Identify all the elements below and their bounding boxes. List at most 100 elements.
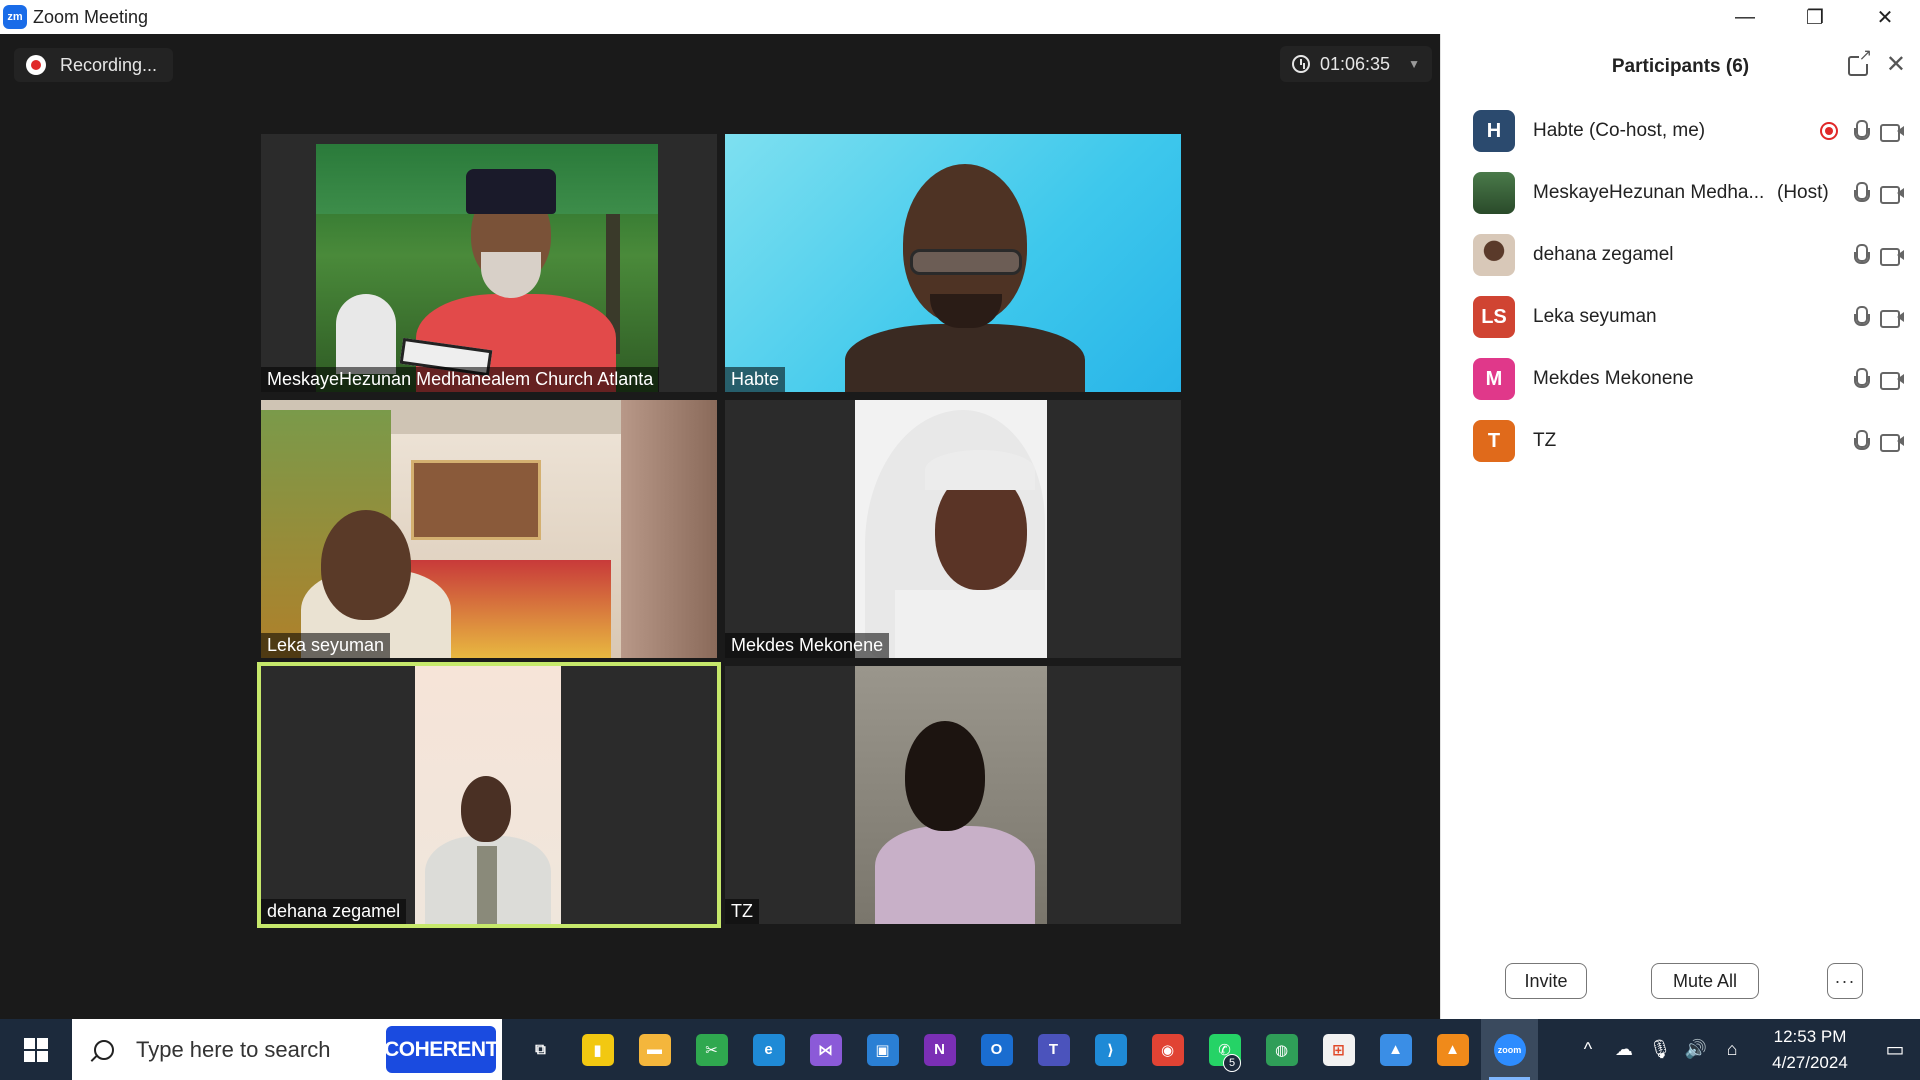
invite-button[interactable]: Invite (1505, 963, 1587, 999)
video-tile[interactable]: TZ (725, 666, 1181, 924)
meeting-area: Recording... 01:06:35 ▼ MeskayeHezunan M… (0, 34, 1440, 1019)
avatar: T (1473, 420, 1515, 462)
video-tile-active-speaker[interactable]: dehana zegamel (257, 662, 721, 928)
snipping-tool-taskbar-button[interactable]: ✂ (683, 1019, 740, 1080)
teams-taskbar-button[interactable]: T (1025, 1019, 1082, 1080)
power-bi-taskbar-button[interactable]: ▮ (569, 1019, 626, 1080)
clock-time: 12:53 PM (1773, 1026, 1847, 1046)
participant-row[interactable]: H Habte (Co-host, me) (1441, 100, 1920, 162)
visual-studio-icon: ⋈ (809, 1033, 842, 1066)
notification-center-icon[interactable]: ▭ (1870, 1019, 1920, 1080)
onedrive-icon[interactable]: ☁ (1606, 1019, 1642, 1080)
video-tile[interactable]: Leka seyuman (261, 400, 717, 658)
remote-desktop-taskbar-button[interactable]: ▣ (854, 1019, 911, 1080)
visual-studio-taskbar-button[interactable]: ⋈ (797, 1019, 854, 1080)
restore-button[interactable]: ❐ (1780, 0, 1850, 34)
search-highlight-promo[interactable]: COHERENT (384, 1026, 498, 1073)
participant-row[interactable]: T TZ (1441, 410, 1920, 472)
participant-name-label: Leka seyuman (261, 633, 391, 658)
video-tile[interactable]: MeskayeHezunan Medhanealem Church Atlant… (261, 134, 717, 392)
vlc-taskbar-button[interactable]: ▲ (1424, 1019, 1481, 1080)
avatar (1473, 234, 1515, 276)
video-feed (316, 144, 658, 392)
microphone-icon[interactable] (1854, 182, 1870, 204)
camera-icon[interactable] (1880, 123, 1904, 142)
task-view-taskbar-button[interactable]: ⧉ (512, 1019, 569, 1080)
volume-icon[interactable]: 🔊 (1678, 1019, 1714, 1080)
recording-label: Recording... (60, 54, 158, 75)
remote-desktop-icon: ▣ (866, 1033, 899, 1066)
video-feed (415, 666, 561, 924)
avatar (1473, 172, 1515, 214)
participant-name-label: Mekdes Mekonene (725, 633, 890, 658)
vscode-icon: ⟩ (1094, 1033, 1127, 1066)
outlook-taskbar-button[interactable]: O (968, 1019, 1025, 1080)
participant-row[interactable]: LS Leka seyuman (1441, 286, 1920, 348)
participant-name: MeskayeHezunan Medha... (1533, 182, 1765, 203)
video-tile[interactable]: Mekdes Mekonene (725, 400, 1181, 658)
file-explorer-icon: ▬ (638, 1033, 671, 1066)
participant-row[interactable]: dehana zegamel (1441, 224, 1920, 286)
participant-name: Habte (Co-host, me) (1533, 120, 1706, 141)
meeting-timer[interactable]: 01:06:35 ▼ (1280, 46, 1432, 82)
zoom-taskbar-button[interactable]: zoom (1481, 1019, 1538, 1080)
camera-icon[interactable] (1880, 371, 1904, 390)
participant-controls (1854, 306, 1904, 328)
pop-out-icon[interactable] (1848, 48, 1872, 76)
microphone-icon[interactable]: 🎙 (1642, 1019, 1678, 1080)
camera-icon[interactable] (1880, 185, 1904, 204)
photos-taskbar-button[interactable]: ▲ (1367, 1019, 1424, 1080)
show-hidden-icons-chevron-icon[interactable]: ^ (1570, 1019, 1606, 1080)
start-button[interactable] (0, 1019, 72, 1080)
close-button[interactable]: ✕ (1850, 0, 1920, 34)
avatar: H (1473, 110, 1515, 152)
video-tile[interactable]: Habte (725, 134, 1181, 392)
participant-row[interactable]: M Mekdes Mekonene (1441, 348, 1920, 410)
microphone-icon[interactable] (1854, 120, 1870, 142)
mute-all-button[interactable]: Mute All (1651, 963, 1759, 999)
taskbar-apps: ⧉ ▮ ▬ ✂ e ⋈ ▣ N O T ⟩ ◉ ✆ 5 ◍ ⊞ ▲ ▲ zoom (512, 1019, 1538, 1080)
close-panel-icon[interactable]: ✕ (1886, 50, 1906, 79)
taskbar: Type here to search COHERENT ⧉ ▮ ▬ ✂ e ⋈ ▣ N O T ⟩… (0, 1019, 1920, 1080)
ms-store-taskbar-button[interactable]: ⊞ (1310, 1019, 1367, 1080)
participant-name: dehana zegamel (1533, 244, 1674, 265)
camera-icon[interactable] (1880, 247, 1904, 266)
camera-icon[interactable] (1880, 433, 1904, 452)
chrome-icon: ◉ (1151, 1033, 1184, 1066)
microphone-icon[interactable] (1854, 368, 1870, 390)
chrome-taskbar-button[interactable]: ◉ (1139, 1019, 1196, 1080)
more-options-button[interactable]: ··· (1827, 963, 1863, 999)
participant-controls (1854, 368, 1904, 390)
taskbar-search[interactable]: Type here to search COHERENT (72, 1019, 502, 1080)
zoom-logo-icon: zm (3, 5, 27, 29)
participant-name-label: Habte (725, 367, 786, 392)
microphone-icon[interactable] (1854, 430, 1870, 452)
participant-role: (Host) (1777, 182, 1829, 203)
vscode-taskbar-button[interactable]: ⟩ (1082, 1019, 1139, 1080)
network-icon[interactable]: ⌂ (1714, 1019, 1750, 1080)
participant-row[interactable]: MeskayeHezunan Medha... (Host) (1441, 162, 1920, 224)
taskbar-clock[interactable]: 12:53 PM 4/27/2024 (1750, 1019, 1870, 1080)
video-feed (855, 666, 1047, 924)
whatsapp-taskbar-button[interactable]: ✆ 5 (1196, 1019, 1253, 1080)
participants-panel: Participants (6) ✕ H Habte (Co-host, me)… (1440, 34, 1920, 1019)
microphone-icon[interactable] (1854, 244, 1870, 266)
edge-icon: e (752, 1033, 785, 1066)
video-feed (855, 400, 1047, 658)
timer-value: 01:06:35 (1320, 53, 1391, 74)
onenote-taskbar-button[interactable]: N (911, 1019, 968, 1080)
teams-icon: T (1037, 1033, 1070, 1066)
recording-indicator[interactable]: Recording... (14, 48, 174, 82)
microphone-icon[interactable] (1854, 306, 1870, 328)
panel-header: Participants (6) ✕ (1441, 34, 1920, 100)
camera-icon[interactable] (1880, 309, 1904, 328)
participant-name-label: MeskayeHezunan Medhanealem Church Atlant… (261, 367, 660, 392)
recording-icon (1820, 122, 1838, 140)
minimize-button[interactable]: — (1710, 0, 1780, 34)
maps-globe-taskbar-button[interactable]: ◍ (1253, 1019, 1310, 1080)
edge-taskbar-button[interactable]: e (740, 1019, 797, 1080)
windows-icon (24, 1037, 48, 1062)
panel-title: Participants (6) (1611, 56, 1750, 77)
file-explorer-taskbar-button[interactable]: ▬ (626, 1019, 683, 1080)
avatar: LS (1473, 296, 1515, 338)
